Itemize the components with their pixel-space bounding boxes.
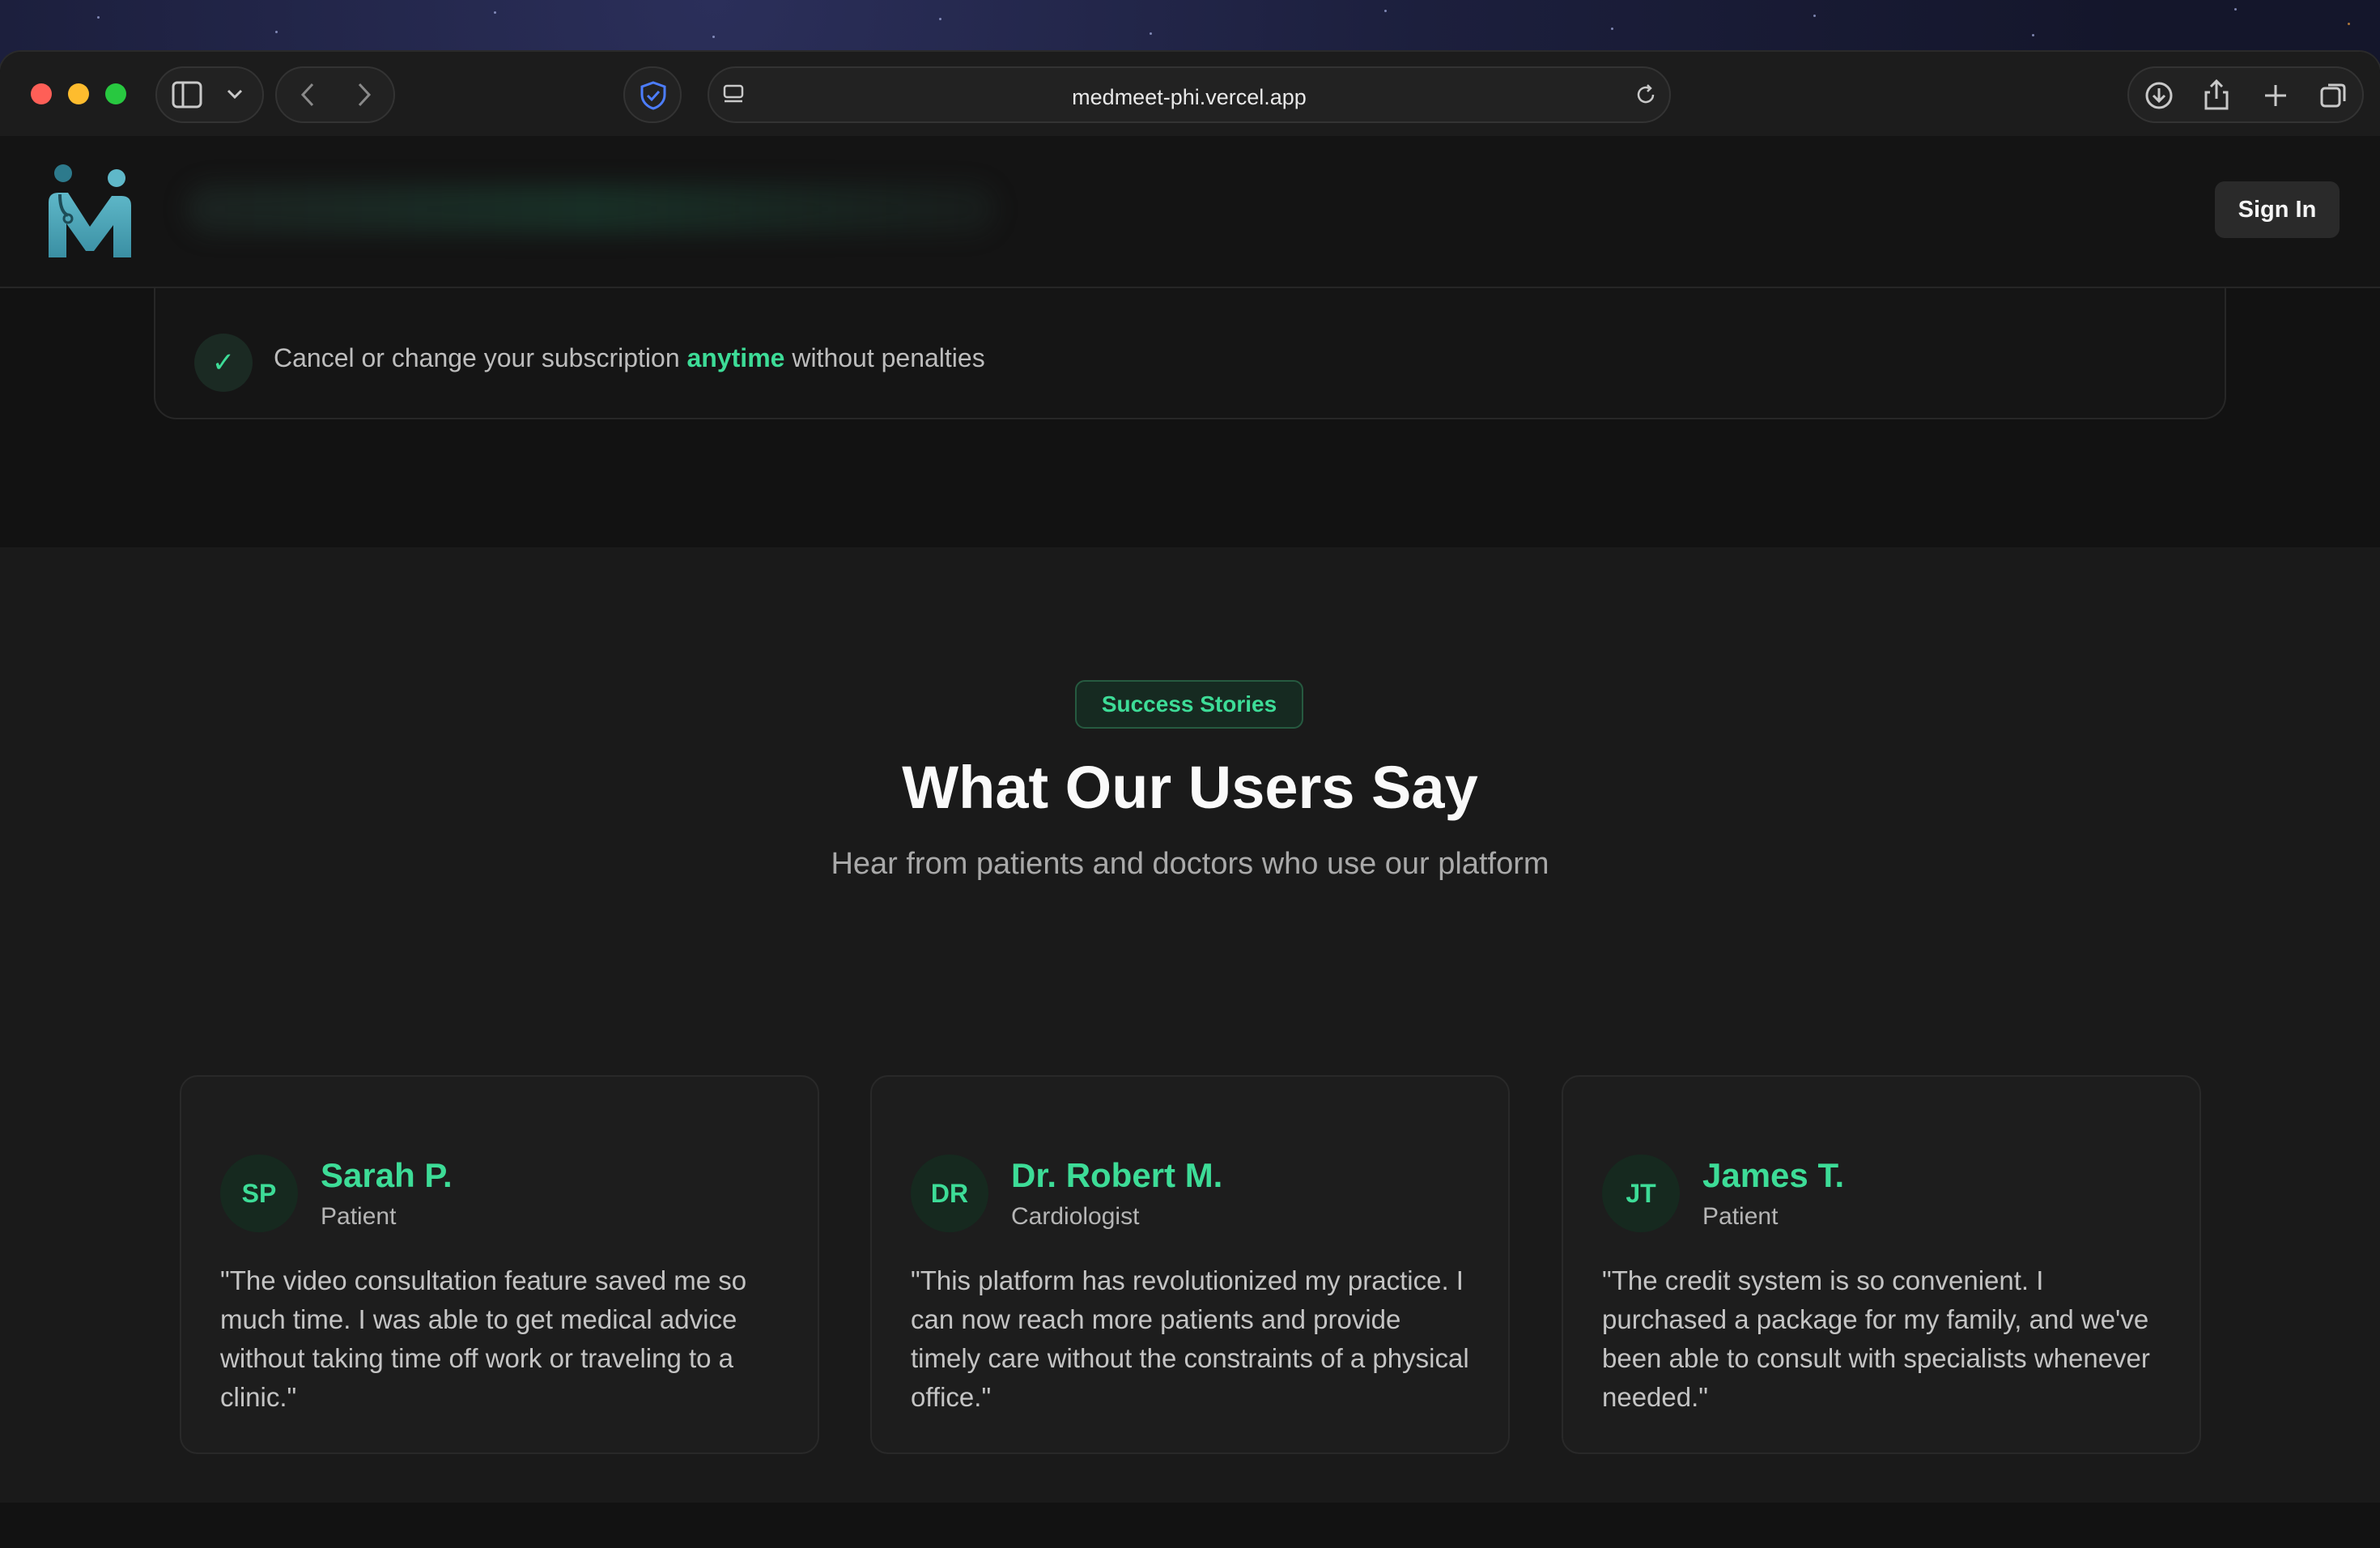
section-badge: Success Stories (1075, 680, 1303, 729)
new-tab-icon[interactable] (2262, 82, 2289, 109)
testimonial-quote: "The video consultation feature saved me… (220, 1265, 747, 1412)
testimonial-card: DR Dr. Robert M. Cardiologist "This plat… (870, 1075, 1510, 1454)
download-icon[interactable] (2144, 80, 2174, 111)
check-icon: ✓ (194, 334, 253, 392)
browser-window: medmeet-phi.vercel.app ✓ Cancel or chang… (0, 52, 2380, 1548)
web-page: ✓ Cancel or change your subscription any… (0, 136, 2380, 1548)
address-bar[interactable]: medmeet-phi.vercel.app (708, 66, 1671, 123)
testimonial-name: James T. (1702, 1156, 1845, 1194)
sidebar-toggle-group[interactable] (155, 66, 264, 123)
section-title: What Our Users Say (902, 754, 1478, 821)
testimonial-quote: "The credit system is so convenient. I p… (1602, 1265, 2150, 1412)
maximize-window-button[interactable] (105, 83, 126, 104)
blurred-nav-area (186, 185, 996, 233)
testimonial-card: JT James T. Patient "The credit system i… (1562, 1075, 2201, 1454)
testimonial-role: Patient (321, 1203, 397, 1230)
medmeet-logo[interactable] (44, 162, 136, 261)
tab-overview-icon[interactable] (2318, 80, 2349, 111)
avatar: DR (911, 1155, 988, 1232)
testimonial-quote: "This platform has revolutionized my pra… (911, 1265, 1469, 1412)
testimonial-role: Patient (1702, 1203, 1779, 1230)
reload-icon[interactable] (1634, 83, 1658, 107)
forward-icon[interactable] (353, 81, 374, 108)
navigation-group (275, 66, 395, 123)
browser-toolbar: medmeet-phi.vercel.app (0, 52, 2380, 138)
chevron-down-icon (227, 89, 243, 100)
site-header: Sign In (0, 136, 2380, 288)
avatar: SP (220, 1155, 298, 1232)
subscription-feature-text: Cancel or change your subscription anyti… (274, 343, 985, 372)
minimize-window-button[interactable] (68, 83, 89, 104)
testimonials-section: Success Stories What Our Users Say Hear … (0, 547, 2380, 1503)
share-icon[interactable] (2202, 78, 2231, 112)
toolbar-actions (2127, 66, 2364, 123)
testimonial-name: Sarah P. (321, 1156, 453, 1194)
avatar: JT (1602, 1155, 1680, 1232)
testimonial-role: Cardiologist (1011, 1203, 1140, 1230)
testimonial-card: SP Sarah P. Patient "The video consultat… (180, 1075, 819, 1454)
back-icon[interactable] (298, 81, 319, 108)
privacy-shield-button[interactable] (623, 66, 682, 123)
close-window-button[interactable] (31, 83, 52, 104)
url-text: medmeet-phi.vercel.app (1072, 85, 1307, 109)
testimonial-name: Dr. Robert M. (1011, 1156, 1223, 1194)
next-section-edge (0, 1503, 2380, 1548)
shield-icon (640, 81, 666, 110)
sidebar-icon (172, 81, 202, 108)
section-subtitle: Hear from patients and doctors who use o… (831, 847, 1549, 881)
sign-in-button[interactable]: Sign In (2215, 181, 2340, 238)
